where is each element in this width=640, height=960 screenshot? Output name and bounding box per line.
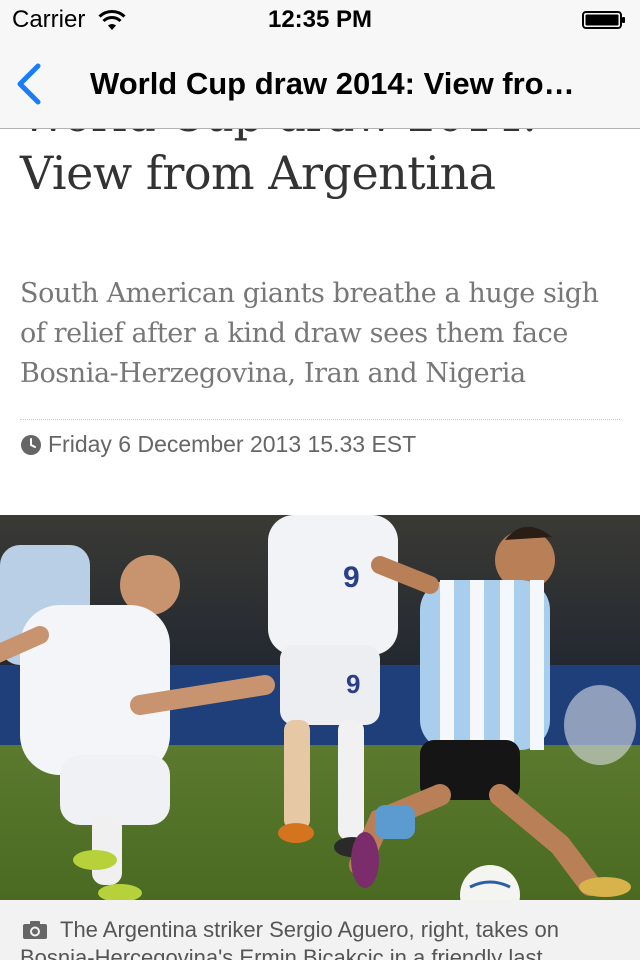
article-dateline: Friday 6 December 2013 15.33 EST [48,431,417,457]
nav-title: World Cup draw 2014: View fro… [90,66,575,101]
svg-text:9: 9 [346,669,360,699]
back-chevron-icon[interactable] [8,58,56,110]
battery-icon [582,11,625,29]
football-match-photo: 9 9 [0,515,640,900]
divider [20,419,620,420]
status-bar: Carrier 12:35 PM [0,0,640,40]
navigation-bar: World Cup draw 2014: View fro… [0,40,640,129]
svg-text:9: 9 [343,561,360,594]
article-standfirst: South American giants breathe a huge sig… [20,278,599,389]
clock-time: 12:35 PM [267,6,373,33]
photo-caption-area: The Argentina striker Sergio Aguero, rig… [0,900,640,960]
clock-icon [21,435,41,455]
article-photo[interactable]: 9 9 [0,515,640,900]
photo-caption: The Argentina striker Sergio Aguero, rig… [20,917,559,960]
